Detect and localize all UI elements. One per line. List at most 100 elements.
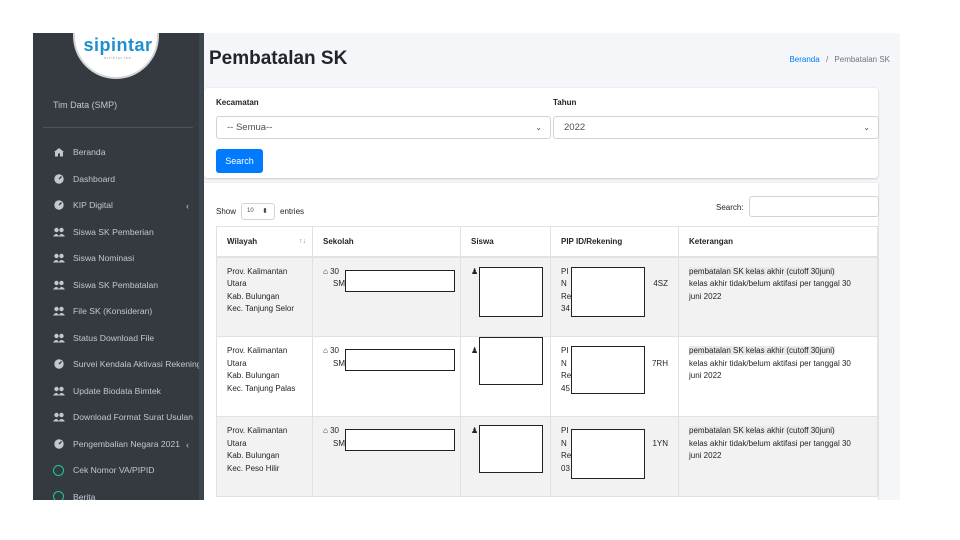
brand-tagline: enterprise — [104, 55, 132, 60]
breadcrumb: Beranda / Pembatalan SK — [789, 55, 890, 64]
search-button[interactable]: Search — [216, 149, 263, 173]
table-row[interactable]: Prov. Kalimantan Utara Kab. Bulungan Kec… — [216, 256, 878, 337]
table-header-row: Wilayah ↑↓ Sekolah Siswa PIP ID/Rekening … — [216, 226, 878, 258]
user-name[interactable]: Tim Data (SMP) — [53, 100, 117, 110]
cell-sekolah: ⌂ 30 SM — [312, 336, 461, 417]
sidebar-item-dashboard[interactable]: Dashboard — [33, 166, 199, 193]
cell-wilayah: Prov. Kalimantan Utara Kab. Bulungan Kec… — [216, 256, 313, 337]
sidebar-item-siswa-sk-pembatalan[interactable]: Siswa SK Pembatalan — [33, 272, 199, 299]
tahun-select[interactable]: 2022 ⌄ — [553, 116, 879, 139]
sidebar-nav: Beranda Dashboard KIP Digital ‹ Siswa SK… — [33, 139, 199, 500]
users-icon — [53, 413, 65, 422]
sidebar-item-pengembalian-negara[interactable]: Pengembalian Negara 2021 ‹ — [33, 431, 199, 458]
redaction-box — [571, 266, 645, 317]
redaction-box — [345, 269, 455, 292]
cell-sekolah: ⌂ 30 SM — [312, 416, 461, 497]
sidebar-item-label: Status Download File — [73, 332, 155, 343]
table-row[interactable]: Prov. Kalimantan Utara Kab. Bulungan Kec… — [216, 416, 878, 497]
cell-wilayah: Prov. Kalimantan Utara Kab. Bulungan Kec… — [216, 416, 313, 497]
sidebar-item-label: Siswa SK Pembatalan — [73, 279, 159, 290]
cell-keterangan: pembatalan SK kelas akhir (cutoff 30juni… — [678, 416, 878, 497]
sidebar-item-label: Pengembalian Negara 2021 — [73, 438, 181, 449]
sidebar-item-berita[interactable]: Berita — [33, 484, 199, 500]
sidebar-item-label: Cek Nomor VA/PIPID — [73, 465, 155, 476]
circle-outline-icon — [53, 491, 64, 500]
breadcrumb-home-link[interactable]: Beranda — [789, 55, 819, 64]
main-content: Pembatalan SK Beranda / Pembatalan SK Ke… — [204, 33, 900, 500]
redaction-box — [479, 425, 543, 473]
sidebar-item-survei-kendala[interactable]: Survei Kendala Aktivasi Rekening — [33, 351, 199, 378]
sidebar: sipintar enterprise Tim Data (SMP) Beran… — [33, 33, 199, 500]
dashboard-gauge-icon — [54, 200, 64, 210]
sidebar-item-siswa-nominasi[interactable]: Siswa Nominasi — [33, 245, 199, 272]
circle-outline-icon — [53, 464, 64, 476]
sidebar-item-label: Update Biodata Bimtek — [73, 385, 161, 396]
page-title: Pembatalan SK — [209, 48, 348, 69]
entries-label: entries — [280, 207, 305, 216]
school-icon: ⌂ — [323, 266, 331, 276]
cell-pip: PI N 7RH Re 45 — [550, 336, 679, 417]
users-icon — [53, 386, 65, 396]
sidebar-item-status-download[interactable]: Status Download File — [33, 325, 199, 352]
kecamatan-label: Kecamatan — [216, 98, 259, 107]
redaction-box — [479, 266, 543, 317]
column-header-sekolah[interactable]: Sekolah — [312, 226, 461, 258]
sidebar-item-label: Download Format Surat Usulan — [73, 412, 193, 423]
chevron-down-icon: ⌄ — [535, 123, 542, 132]
column-header-siswa[interactable]: Siswa — [460, 226, 551, 258]
redaction-box — [571, 429, 645, 479]
filter-card: Kecamatan -- Semua-- ⌄ Tahun 2022 ⌄ Sear… — [204, 88, 879, 178]
table-row[interactable]: Prov. Kalimantan Utara Kab. Bulungan Kec… — [216, 336, 878, 417]
dashboard-gauge-icon — [54, 359, 64, 369]
brand-logo[interactable]: sipintar enterprise — [33, 33, 199, 89]
sidebar-item-beranda[interactable]: Beranda — [33, 139, 199, 166]
sidebar-item-download-format[interactable]: Download Format Surat Usulan — [33, 404, 199, 431]
sidebar-item-label: File SK (Konsideran) — [73, 306, 153, 317]
sidebar-item-label: Siswa Nominasi — [73, 253, 135, 264]
users-icon — [53, 333, 65, 343]
dashboard-gauge-icon — [54, 174, 64, 184]
sidebar-item-cek-nomor[interactable]: Cek Nomor VA/PIPID — [33, 457, 199, 484]
home-icon — [54, 148, 64, 157]
sidebar-item-label: Survei Kendala Aktivasi Rekening — [73, 359, 199, 370]
cell-wilayah: Prov. Kalimantan Utara Kab. Bulungan Kec… — [216, 336, 313, 417]
breadcrumb-separator: / — [825, 55, 829, 64]
sidebar-item-label: Dashboard — [73, 173, 116, 184]
cell-pip: PI N 1YN Re 03 — [550, 416, 679, 497]
cell-siswa: ♟ 00 SI DI Ke — [460, 256, 551, 337]
sidebar-item-label: Siswa SK Pemberian — [73, 226, 154, 237]
entries-select[interactable]: 10 ⬍ — [241, 203, 276, 220]
data-table: Wilayah ↑↓ Sekolah Siswa PIP ID/Rekening … — [216, 226, 878, 497]
users-icon — [53, 307, 65, 316]
table-search-input[interactable] — [749, 196, 879, 217]
tahun-label: Tahun — [553, 98, 577, 107]
updown-arrow-icon: ⬍ — [262, 208, 269, 215]
sidebar-item-update-biodata[interactable]: Update Biodata Bimtek — [33, 378, 199, 405]
redaction-box — [345, 429, 455, 451]
table-search-label: Search: — [716, 203, 744, 212]
chevron-left-icon: ‹ — [186, 439, 189, 450]
sidebar-item-kip-digital[interactable]: KIP Digital ‹ — [33, 192, 199, 219]
kecamatan-select[interactable]: -- Semua-- ⌄ — [216, 116, 551, 139]
sidebar-item-label: Berita — [73, 491, 96, 500]
breadcrumb-current: Pembatalan SK — [834, 55, 890, 64]
dashboard-gauge-icon — [54, 439, 64, 449]
column-header-pip[interactable]: PIP ID/Rekening — [550, 226, 679, 258]
sidebar-item-file-sk[interactable]: File SK (Konsideran) — [33, 298, 199, 325]
column-header-wilayah[interactable]: Wilayah ↑↓ — [216, 226, 313, 258]
show-label: Show — [216, 207, 237, 216]
school-icon: ⌂ — [323, 346, 331, 355]
redaction-box — [345, 349, 455, 371]
column-header-keterangan[interactable]: Keterangan — [678, 226, 878, 258]
redaction-box — [571, 346, 645, 394]
entries-control: Show 10 ⬍ entries — [216, 203, 304, 220]
table-card: Show 10 ⬍ entries Search: Wilayah ↑↓ Seko… — [204, 183, 879, 500]
chevron-down-icon: ⌄ — [863, 123, 870, 132]
sidebar-item-siswa-sk-pemberian[interactable]: Siswa SK Pemberian — [33, 219, 199, 246]
tahun-select-value: 2022 — [564, 122, 586, 133]
cell-siswa: ♟ 0 R K — [460, 336, 551, 417]
logo-badge: sipintar enterprise — [73, 33, 159, 79]
sidebar-item-label: Beranda — [73, 147, 106, 158]
sidebar-item-label: KIP Digital — [73, 200, 113, 211]
users-icon — [53, 254, 65, 263]
